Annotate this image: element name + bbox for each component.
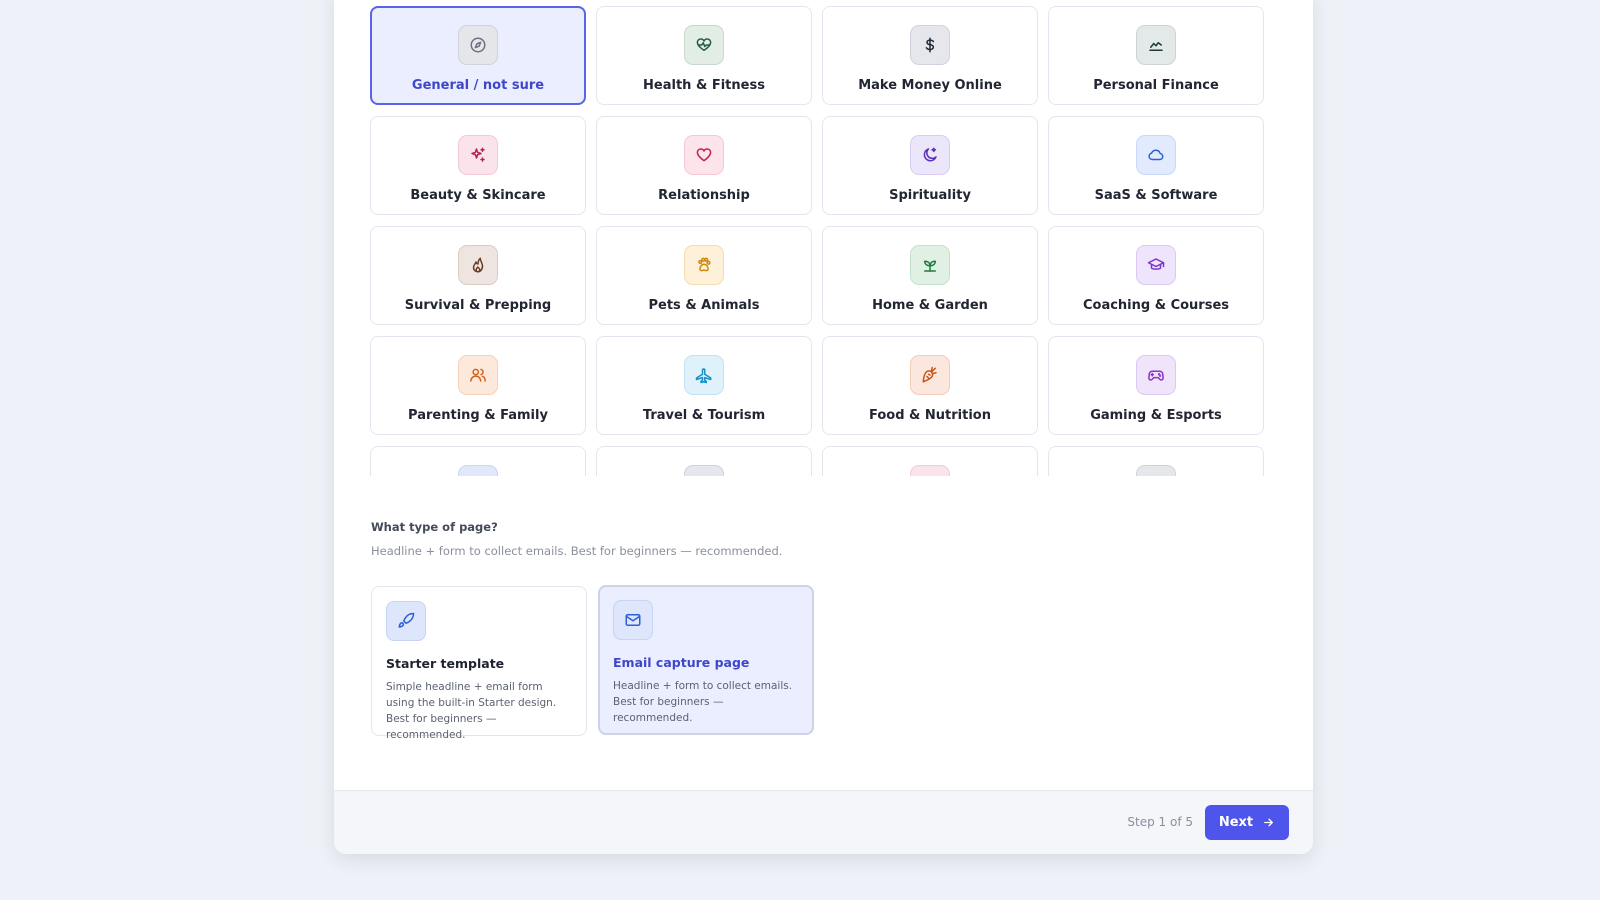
niche-option[interactable]: Survival & Prepping [370, 226, 586, 325]
niche-option[interactable] [370, 446, 586, 476]
niche-option[interactable] [596, 446, 812, 476]
paw-icon [684, 245, 724, 285]
niche-option[interactable]: Coaching & Courses [1048, 226, 1264, 325]
page-type-description: Headline + form to collect emails. Best … [613, 680, 793, 724]
next-button[interactable]: Next [1205, 805, 1289, 840]
moon-star-icon [910, 135, 950, 175]
flame-icon [458, 245, 498, 285]
niche-label: Beauty & Skincare [410, 188, 546, 203]
niche-grid: General / not sure Health & Fitness Make M… [370, 0, 1278, 476]
niche-label: Travel & Tourism [642, 408, 766, 423]
niche-label: General / not sure [411, 78, 545, 93]
page-type-option-email-capture[interactable]: Email capture page Headline + form to co… [598, 585, 814, 735]
niche-label: Pets & Animals [648, 298, 760, 313]
sparkles-icon [458, 135, 498, 175]
niche-option[interactable]: Personal Finance [1048, 6, 1264, 105]
niche-option[interactable]: Spirituality [822, 116, 1038, 215]
niche-option[interactable]: Parenting & Family [370, 336, 586, 435]
niche-option[interactable]: SaaS & Software [1048, 116, 1264, 215]
niche-option[interactable]: Gaming & Esports [1048, 336, 1264, 435]
niche-label: Home & Garden [872, 298, 988, 313]
niche-grid-viewport[interactable]: General / not sure Health & Fitness Make M… [370, 0, 1278, 476]
page-type-option-starter[interactable]: Starter template Simple headline + email… [371, 586, 587, 741]
niche-label: Survival & Prepping [404, 298, 552, 313]
next-button-label: Next [1218, 815, 1254, 830]
hanger-icon [910, 465, 950, 476]
carrot-icon [910, 355, 950, 395]
rocket-icon [386, 601, 426, 641]
niche-label: SaaS & Software [1094, 188, 1218, 203]
heart-pulse-icon [684, 25, 724, 65]
niche-label: Food & Nutrition [869, 408, 991, 423]
page-type-title: Starter template [386, 656, 505, 671]
car-icon [1136, 465, 1176, 476]
diamond-icon [458, 465, 498, 476]
graduation-cap-icon [1136, 245, 1176, 285]
step-indicator: Step 1 of 5 [1127, 815, 1193, 829]
niche-label: Personal Finance [1093, 78, 1219, 93]
niche-option[interactable]: Relationship [596, 116, 812, 215]
dollar-icon [910, 25, 950, 65]
heart-icon [684, 135, 724, 175]
niche-option[interactable]: Make Money Online [822, 6, 1038, 105]
compass-icon [458, 25, 498, 65]
niche-option[interactable]: Pets & Animals [596, 226, 812, 325]
niche-label: Relationship [658, 188, 750, 203]
niche-option[interactable]: Home & Garden [822, 226, 1038, 325]
onboarding-card: General / not sure Health & Fitness Make M… [334, 0, 1313, 854]
trend-line-icon [1136, 25, 1176, 65]
page-type-subtitle: Headline + form to collect emails. Best … [371, 544, 783, 558]
wizard-footer: Step 1 of 5 Next [334, 790, 1313, 854]
niche-label: Spirituality [889, 188, 971, 203]
niche-option[interactable]: General / not sure [370, 6, 586, 105]
plane-icon [684, 355, 724, 395]
niche-label: Parenting & Family [408, 408, 548, 423]
niche-label: Make Money Online [858, 78, 1002, 93]
pen-tool-icon [684, 465, 724, 476]
arrow-right-icon [1264, 818, 1274, 827]
niche-option[interactable]: Food & Nutrition [822, 336, 1038, 435]
niche-option[interactable] [822, 446, 1038, 476]
mail-icon [613, 600, 653, 640]
cloud-icon [1136, 135, 1176, 175]
page-type-title: Email capture page [613, 655, 750, 670]
users-icon [458, 355, 498, 395]
niche-label: Gaming & Esports [1090, 408, 1222, 423]
page-type-heading: What type of page? [371, 520, 498, 534]
niche-option[interactable] [1048, 446, 1264, 476]
niche-option[interactable]: Travel & Tourism [596, 336, 812, 435]
niche-option[interactable]: Health & Fitness [596, 6, 812, 105]
niche-label: Coaching & Courses [1082, 298, 1230, 313]
gamepad-icon [1136, 355, 1176, 395]
niche-label: Health & Fitness [643, 78, 765, 93]
page-type-description: Simple headline + email form using the b… [386, 681, 557, 741]
niche-option[interactable]: Beauty & Skincare [370, 116, 586, 215]
sprout-icon [910, 245, 950, 285]
